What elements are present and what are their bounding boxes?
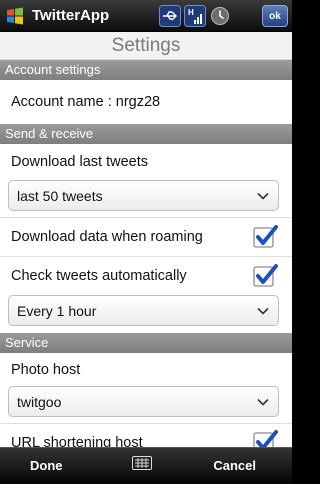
chevron-down-icon [257,307,269,315]
app-title: TwitterApp [32,7,110,24]
settings-content: Settings Account settings Account name :… [0,32,292,447]
chevron-down-icon [257,192,269,200]
signal-icon[interactable]: H [184,5,206,27]
status-bar: TwitterApp H ok [0,0,292,32]
check-interval-dropdown[interactable]: Every 1 hour [8,295,279,326]
photo-host-dropdown[interactable]: twitgoo [8,386,279,417]
cancel-button[interactable]: Cancel [213,458,256,473]
download-count-dropdown[interactable]: last 50 tweets [8,180,279,211]
section-header-account: Account settings [0,60,292,80]
url-shortening-label: URL shortening host [11,435,143,447]
keyboard-icon[interactable] [132,456,152,470]
url-shortening-checkbox[interactable] [252,429,278,447]
chevron-down-icon [257,398,269,406]
ok-button[interactable]: ok [262,5,288,27]
svg-text:H: H [188,8,194,17]
auto-check-row[interactable]: Check tweets automatically [0,257,292,295]
roaming-checkbox[interactable] [252,224,278,250]
clock-icon[interactable] [210,6,230,26]
check-interval-value: Every 1 hour [17,302,97,319]
softkey-bar: Done Cancel [0,447,292,484]
section-header-send-receive: Send & receive [0,124,292,144]
photo-host-value: twitgoo [17,393,62,410]
auto-check-checkbox[interactable] [252,263,278,289]
usb-icon[interactable] [159,5,181,27]
roaming-label: Download data when roaming [11,229,203,245]
url-shortening-row[interactable]: URL shortening host [0,424,292,447]
done-button[interactable]: Done [30,458,63,473]
section-header-service: Service [0,333,292,353]
page-title: Settings [0,32,292,60]
download-last-tweets-label: Download last tweets [11,154,149,170]
auto-check-label: Check tweets automatically [11,268,187,284]
windows-start-icon[interactable] [5,6,25,26]
photo-host-label: Photo host [11,361,81,378]
account-name-label: Account name : nrgz28 [11,94,161,110]
download-count-value: last 50 tweets [17,187,103,204]
roaming-row[interactable]: Download data when roaming [0,218,292,256]
